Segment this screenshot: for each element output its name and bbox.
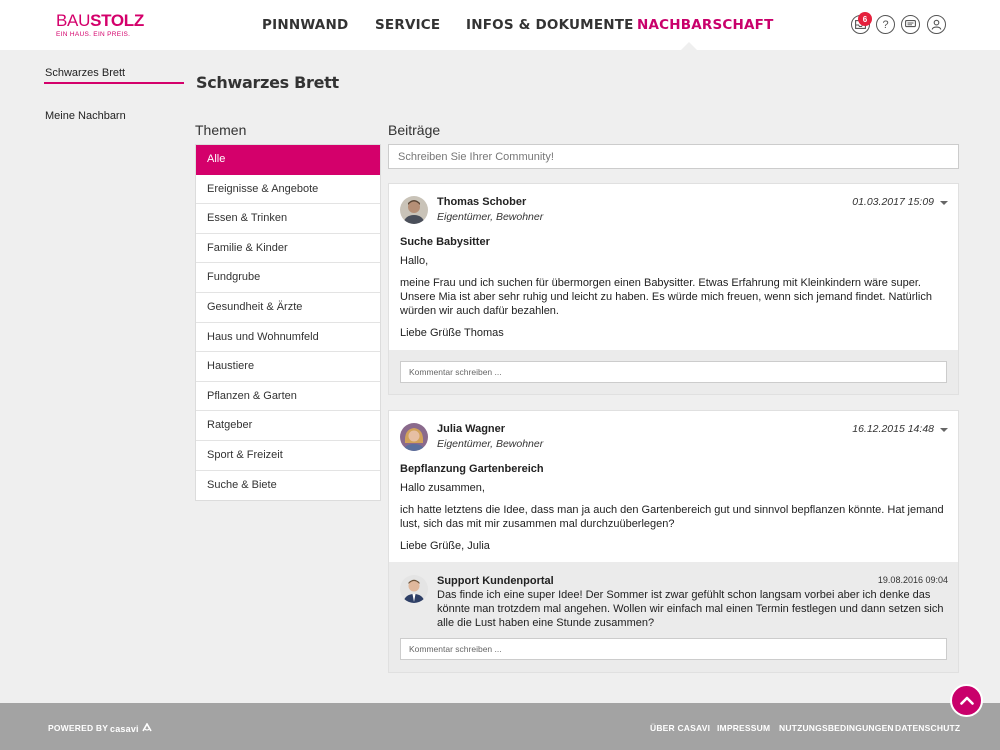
theme-item[interactable]: Suche & Biete (196, 471, 380, 501)
post-date: 16.12.2015 14:48 (852, 423, 934, 435)
avatar-support-icon (400, 575, 428, 603)
powered-by-label: POWERED BY (48, 723, 109, 733)
post-author[interactable]: Julia Wagner (437, 423, 505, 435)
theme-item[interactable]: Sport & Freizeit (196, 441, 380, 471)
post-card: Thomas Schober Eigentümer, Bewohner 01.0… (388, 183, 959, 395)
post-author-role: Eigentümer, Bewohner (437, 211, 544, 223)
leftnav-active-underline (44, 82, 184, 84)
notification-count-badge: 6 (858, 12, 872, 26)
theme-item[interactable]: Ratgeber (196, 411, 380, 441)
post-author[interactable]: Thomas Schober (437, 196, 526, 208)
help-glyph: ? (882, 18, 889, 31)
leftnav-schwarzes-brett[interactable]: Schwarzes Brett (45, 67, 125, 79)
nav-service[interactable]: SERVICE (375, 17, 440, 33)
comment-date: 19.08.2016 09:04 (877, 575, 948, 585)
theme-item[interactable]: Essen & Trinken (196, 204, 380, 234)
post-author-role: Eigentümer, Bewohner (437, 438, 544, 450)
themes-heading: Themen (195, 122, 247, 138)
theme-item-alle[interactable]: Alle (196, 145, 380, 175)
active-nav-caret (681, 42, 697, 50)
posts-heading: Beiträge (388, 122, 441, 138)
avatar-man-icon (400, 196, 428, 224)
profile-icon[interactable] (927, 15, 946, 34)
logo-wordmark: BAUSTOLZ (56, 12, 144, 29)
post-card: Julia Wagner Eigentümer, Bewohner 16.12.… (388, 410, 959, 673)
footer-link-ueber-casavi[interactable]: ÜBER CASAVI (650, 723, 710, 733)
top-header: BAUSTOLZ EIN HAUS. EIN PREIS. PINNWAND S… (0, 0, 1000, 50)
post-closing: Liebe Grüße Thomas (400, 327, 504, 339)
casavi-logo-text: casavi (110, 724, 139, 734)
post-options-caret-icon[interactable] (940, 201, 948, 205)
theme-item[interactable]: Familie & Kinder (196, 234, 380, 264)
themes-list: Alle Ereignisse & Angebote Essen & Trink… (195, 144, 381, 502)
chat-bubble-icon (905, 20, 916, 28)
theme-item[interactable]: Gesundheit & Ärzte (196, 293, 380, 323)
logo-light: BAU (56, 11, 91, 30)
post-greeting: Hallo zusammen, (400, 482, 485, 494)
post-title: Suche Babysitter (400, 236, 490, 248)
post-body: ich hatte letztens die Idee, dass man ja… (400, 504, 944, 530)
footer: POWERED BY casavi ÜBER CASAVI IMPRESSUM … (0, 703, 1000, 750)
author-avatar (400, 423, 428, 451)
theme-item[interactable]: Fundgrube (196, 263, 380, 293)
footer-link-nutzungsbedingungen[interactable]: NUTZUNGSBEDINGUNGEN (779, 723, 894, 733)
nav-nachbarschaft[interactable]: NACHBARSCHAFT (637, 17, 774, 33)
author-avatar (400, 196, 428, 224)
theme-item[interactable]: Haustiere (196, 352, 380, 382)
post-options-caret-icon[interactable] (940, 428, 948, 432)
messages-icon[interactable] (901, 15, 920, 34)
footer-link-impressum[interactable]: IMPRESSUM (717, 723, 770, 733)
user-icon (931, 19, 942, 30)
chevron-up-icon (959, 696, 974, 705)
scroll-to-top-button[interactable] (950, 684, 983, 717)
theme-item[interactable]: Ereignisse & Angebote (196, 175, 380, 205)
footer-link-datenschutz[interactable]: DATENSCHUTZ (895, 723, 960, 733)
post-body: meine Frau und ich suchen für übermorgen… (400, 277, 932, 317)
comment-area (389, 350, 958, 394)
post-title: Bepflanzung Gartenbereich (400, 463, 544, 475)
logo-tagline: EIN HAUS. EIN PREIS. (56, 31, 131, 38)
logo-bold: STOLZ (90, 11, 144, 30)
baustolz-logo[interactable]: BAUSTOLZ EIN HAUS. EIN PREIS. (56, 12, 144, 38)
avatar-woman-icon (400, 423, 428, 451)
comment-text: Das finde ich eine super Idee! Der Somme… (437, 589, 944, 629)
comment-author[interactable]: Support Kundenportal (437, 575, 554, 587)
theme-item[interactable]: Haus und Wohnumfeld (196, 323, 380, 353)
post-date: 01.03.2017 15:09 (852, 196, 934, 208)
page-title: Schwarzes Brett (196, 73, 339, 92)
comment-input[interactable] (400, 638, 947, 660)
comment-input[interactable] (400, 361, 947, 383)
casavi-logo[interactable]: casavi (110, 722, 153, 734)
post-closing: Liebe Grüße, Julia (400, 540, 490, 552)
compose-post-input[interactable] (388, 144, 959, 169)
leftnav-meine-nachbarn[interactable]: Meine Nachbarn (45, 110, 126, 122)
nav-infos-dokumente[interactable]: INFOS & DOKUMENTE (466, 17, 634, 33)
nav-pinnwand[interactable]: PINNWAND (262, 17, 348, 33)
comment-author-avatar (400, 575, 428, 603)
post-greeting: Hallo, (400, 255, 429, 267)
theme-item[interactable]: Pflanzen & Garten (196, 382, 380, 412)
casavi-logo-icon (142, 722, 153, 732)
comment-area: Support Kundenportal 19.08.2016 09:04 Da… (389, 562, 958, 672)
help-icon[interactable]: ? (876, 15, 895, 34)
